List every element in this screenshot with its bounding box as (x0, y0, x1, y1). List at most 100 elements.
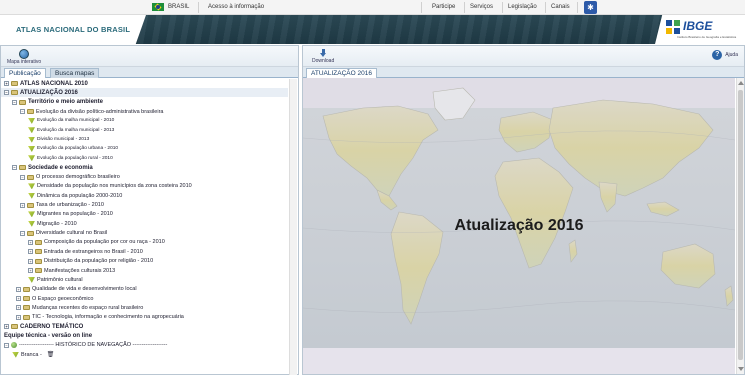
tree-item[interactable]: + Entrada de estrangeiros no Brasil - 201… (1, 247, 143, 256)
tree-item[interactable]: − Diversidade cultural no Brasil (1, 229, 107, 238)
mapa-interativo-button[interactable]: Mapa interativo (7, 49, 41, 65)
tab-busca-mapas[interactable]: Busca mapas (50, 68, 100, 78)
tree-item[interactable]: Densidade da população nos municípios da… (1, 182, 192, 191)
map-leaf-icon (28, 117, 35, 124)
map-panel: Download ? Ajuda ATUALIZAÇÃO 2016 Atuali… (302, 45, 745, 375)
tree-item[interactable]: + Distribuição da população por religião … (1, 257, 153, 266)
tree-item[interactable]: Branca - 🗑 (1, 350, 54, 359)
tree-item[interactable]: Migração - 2010 (1, 219, 77, 228)
tree-item[interactable]: Equipe técnica - versão on line (1, 331, 92, 340)
brasil-label: BRASIL (168, 4, 190, 10)
tree-item[interactable]: + Mudanças recentes do espaço rural brasi… (1, 303, 143, 312)
tree-item-label: Evolução da população urbana - 2010 (37, 146, 119, 152)
tree-item-label: Equipe técnica - versão on line (4, 332, 93, 339)
participe-link[interactable]: Participe (432, 4, 455, 10)
folder-icon (23, 305, 30, 311)
legislacao-link[interactable]: Legislação (508, 4, 537, 10)
tree-scrollbar[interactable] (289, 79, 297, 375)
site-title[interactable]: ATLAS NACIONAL DO BRASIL (16, 25, 130, 34)
expand-icon[interactable]: + (4, 81, 9, 86)
tree-item[interactable]: Dinâmica da população 2000-2010 (1, 191, 122, 200)
expand-icon[interactable]: + (16, 296, 21, 302)
tree-item[interactable]: − Território e meio ambiente (1, 98, 103, 107)
map-leaf-icon (28, 211, 35, 218)
tree-item-label: ATUALIZAÇÃO 2016 (20, 89, 78, 96)
servicos-link[interactable]: Serviços (470, 4, 493, 10)
ajuda-label: Ajuda (725, 52, 738, 58)
tree-item[interactable]: + CADERNO TEMÁTICO (1, 322, 83, 331)
scroll-up-arrow-icon[interactable] (738, 81, 744, 85)
download-icon (319, 49, 328, 58)
tree-item-label: TIC - Tecnologia, informação e conhecime… (32, 314, 184, 321)
collapse-icon[interactable]: − (20, 230, 25, 236)
navigation-panel: Mapa interativo Publicação Busca mapas +… (0, 45, 299, 375)
canais-link[interactable]: Canais (551, 4, 570, 10)
tree-item[interactable]: Patrimônio cultural (1, 275, 83, 284)
collapse-icon[interactable]: − (20, 174, 25, 180)
folder-icon (27, 202, 34, 208)
divider (577, 2, 578, 13)
tab-atualizacao-2016[interactable]: ATUALIZAÇÃO 2016 (306, 68, 377, 78)
tree-item[interactable]: + O Espaço geoeconômico (1, 294, 93, 303)
expand-icon[interactable]: + (28, 258, 33, 264)
tree-item[interactable]: + Manifestações culturais 2013 (1, 266, 115, 275)
expand-icon[interactable]: + (4, 324, 9, 330)
tree-item[interactable]: − ATUALIZAÇÃO 2016 (1, 88, 288, 98)
tree-item[interactable]: + ATLAS NACIONAL 2010 (1, 79, 88, 88)
tree-item[interactable]: − Sociedade e economia (1, 163, 93, 172)
collapse-icon[interactable]: − (4, 90, 9, 96)
tree-item[interactable]: + Qualidade de vida e desenvolvimento loc… (1, 285, 137, 294)
tree-item[interactable]: + TIC - Tecnologia, informação e conhecim… (1, 313, 184, 322)
download-label: Download (312, 58, 335, 64)
accessibility-icon[interactable]: ✱ (584, 1, 597, 14)
expand-icon[interactable]: + (28, 268, 33, 273)
scroll-thumb[interactable] (738, 90, 743, 360)
tree-item-label: Dinâmica da população 2000-2010 (37, 192, 123, 199)
tab-publicacao[interactable]: Publicação (4, 68, 46, 78)
expand-icon[interactable]: + (16, 305, 21, 311)
tree-item[interactable]: + Taxa de urbanização - 2010 (1, 201, 104, 210)
map-view[interactable]: Atualização 2016 (303, 78, 735, 374)
tree-item[interactable]: + Composição da população por cor ou raça… (1, 238, 165, 247)
collapse-icon[interactable]: − (12, 99, 17, 105)
collapse-icon[interactable]: − (12, 165, 17, 171)
trash-icon[interactable]: 🗑 (47, 351, 55, 358)
folder-icon (19, 99, 26, 105)
tree-item-label: O processo demográfico brasileiro (36, 174, 120, 180)
tree-item[interactable]: Evolução da população rural - 2010 (1, 154, 113, 163)
left-toolbar: Mapa interativo (1, 46, 298, 67)
folder-icon (35, 249, 42, 255)
tree-item[interactable]: Divisão municipal - 2013 (1, 135, 89, 144)
tree-item[interactable]: − O processo demográfico brasileiro (1, 173, 120, 182)
acesso-informacao-link[interactable]: Acesso à informação (208, 4, 264, 10)
collapse-icon[interactable]: − (4, 342, 9, 348)
tree-item-label: Território e meio ambiente (28, 99, 103, 106)
tree-item[interactable]: − Evolução da divisão político-administra… (1, 107, 163, 116)
collapse-icon[interactable]: − (20, 109, 25, 115)
tree-item-label: Migrantes na população - 2010 (37, 211, 113, 218)
tree-item[interactable]: Evolução da malha municipal - 2010 (1, 116, 114, 125)
divider (502, 2, 503, 13)
map-leaf-icon (28, 192, 35, 199)
expand-icon[interactable]: + (28, 249, 33, 255)
tree-item[interactable]: Migrantes na população - 2010 (1, 210, 113, 219)
download-button[interactable]: Download (312, 49, 334, 64)
map-scrollbar[interactable] (736, 78, 744, 374)
expand-icon[interactable]: + (16, 286, 21, 292)
expand-icon[interactable]: + (20, 202, 25, 208)
ajuda-button[interactable]: ? Ajuda (712, 50, 738, 60)
brazil-flag-icon (152, 3, 164, 11)
expand-icon[interactable]: + (16, 314, 21, 320)
ibge-logo-box[interactable]: IBGE Instituto Brasileiro de Geografia e… (655, 15, 745, 44)
expand-icon[interactable]: + (28, 239, 33, 245)
brasil-link[interactable]: BRASIL (152, 3, 189, 11)
tree-item[interactable]: Evolução da população urbana - 2010 (1, 144, 118, 153)
tree-item-label: Branca - (21, 351, 42, 358)
tree-item-label: Sociedade e economia (28, 164, 93, 171)
tree-item[interactable]: − ------------------- HISTÓRICO DE NAVEGA… (1, 341, 167, 350)
tree-item[interactable]: Evolução da malha municipal - 2013 (1, 126, 114, 135)
scroll-down-arrow-icon[interactable] (738, 367, 744, 371)
gov-bar: BRASIL Acesso à informação Participe Ser… (0, 0, 745, 15)
site-header: ATLAS NACIONAL DO BRASIL IBGE Instituto … (0, 15, 745, 44)
tree-item-label: Patrimônio cultural (37, 276, 83, 283)
